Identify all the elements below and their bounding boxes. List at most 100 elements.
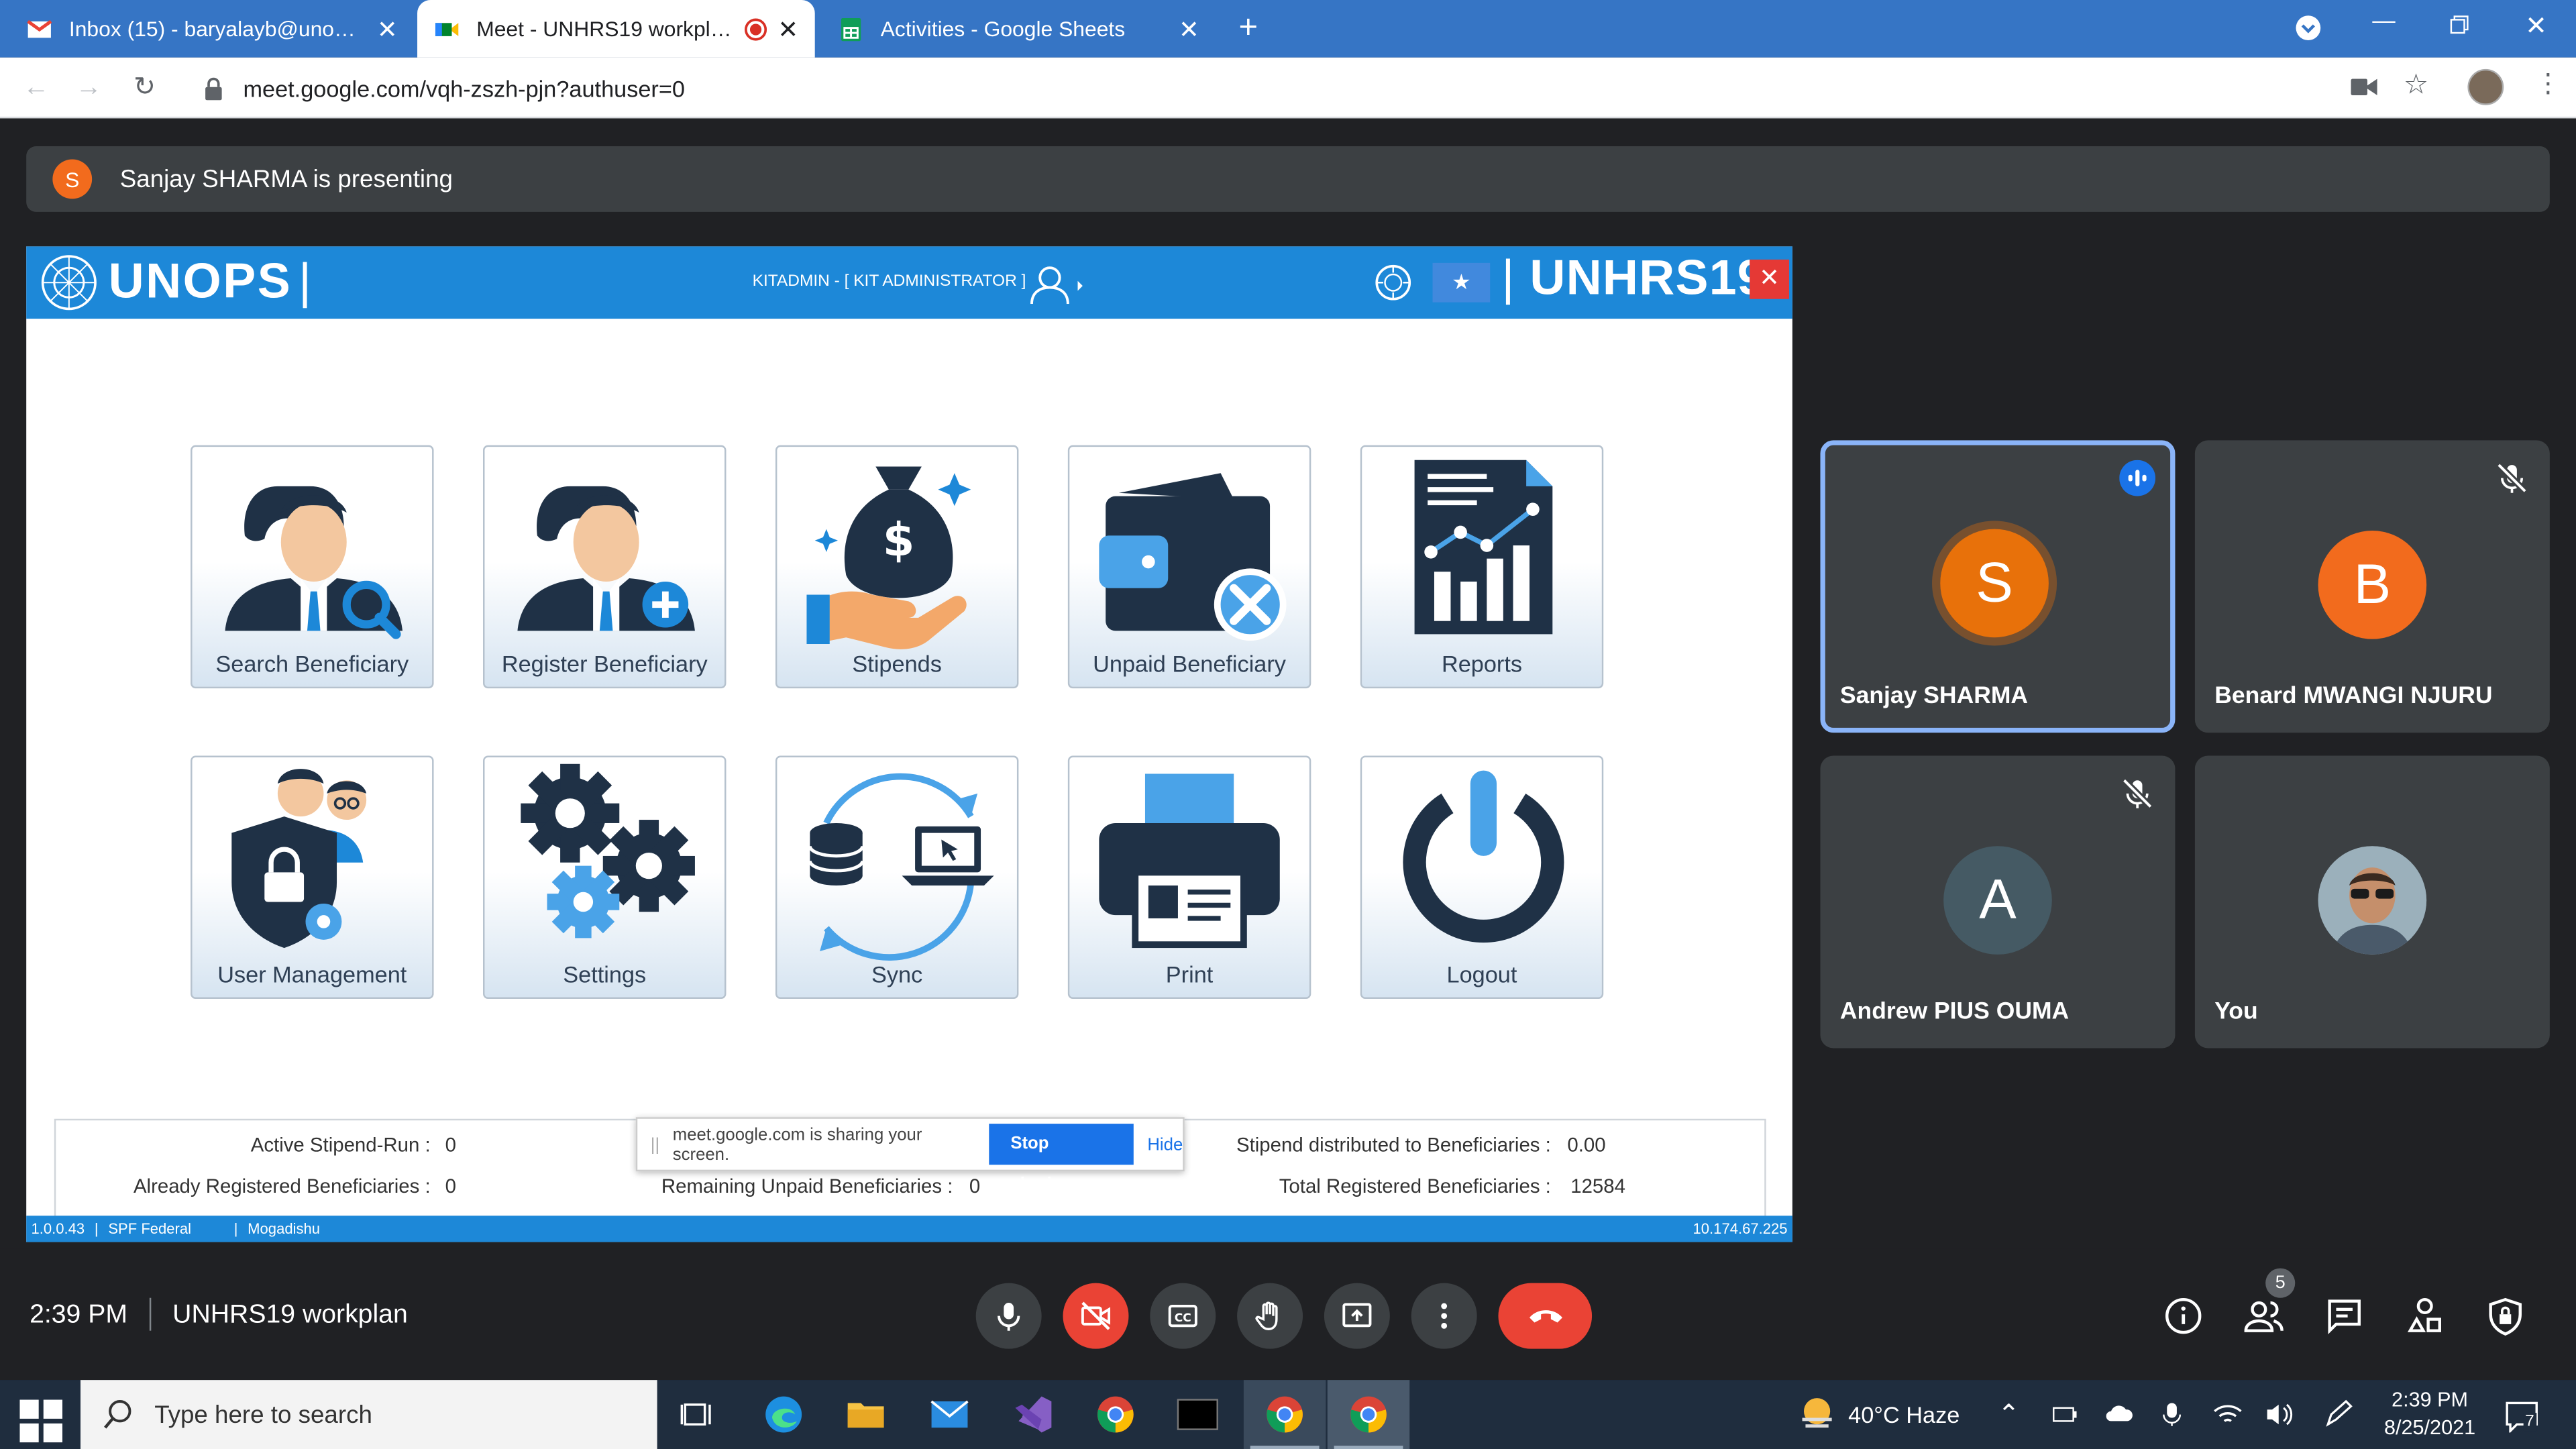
taskbar-chrome-window-2[interactable] <box>1327 1380 1410 1449</box>
tray-microphone-icon[interactable] <box>2162 1401 2182 1428</box>
tile-search-beneficiary[interactable]: Search Beneficiary <box>191 445 434 689</box>
people-button[interactable]: 5 <box>2243 1268 2296 1338</box>
tile-register-beneficiary[interactable]: Register Beneficiary <box>483 445 727 689</box>
haze-weather-icon <box>1802 1398 1832 1428</box>
active-indicator <box>1250 1446 1320 1449</box>
hide-notice-button[interactable]: Hide <box>1147 1134 1183 1154</box>
tile-reports[interactable]: Reports <box>1360 445 1604 689</box>
present-button[interactable] <box>1324 1283 1390 1349</box>
tab-inbox[interactable]: Inbox (15) - baryalayb@unops.org ✕ <box>10 0 414 58</box>
stat-label: Total Registered Beneficiaries : <box>1279 1175 1551 1198</box>
tile-label: Search Beneficiary <box>215 650 409 677</box>
tile-user-management[interactable]: User Management <box>191 755 434 999</box>
app-close-button[interactable]: ✕ <box>1750 259 1789 299</box>
visual-studio-icon[interactable] <box>1012 1393 1055 1436</box>
browser-address-bar: ← → ↻ meet.google.com/vqh-zszh-pjn?authu… <box>0 57 2576 119</box>
tile-logout[interactable]: Logout <box>1360 755 1604 999</box>
url-field[interactable]: meet.google.com/vqh-zszh-pjn?authuser=0 <box>184 64 2336 112</box>
drag-handle-icon[interactable]: || <box>651 1134 659 1154</box>
chrome-icon <box>1267 1396 1303 1433</box>
stat-value: 12584 <box>1570 1175 1625 1198</box>
bookmark-star-icon[interactable]: ☆ <box>2404 69 2428 102</box>
tile-label: Logout <box>1446 961 1517 987</box>
tile-stipends[interactable]: $ Stipends <box>775 445 1019 689</box>
meet-control-bar: 2:39 PM UNHRS19 workplan CC 5 <box>0 1248 2576 1381</box>
raise-hand-button[interactable] <box>1237 1283 1303 1349</box>
forward-icon[interactable]: → <box>74 74 103 103</box>
microphone-button[interactable] <box>975 1283 1042 1349</box>
leave-call-button[interactable] <box>1498 1283 1593 1349</box>
tile-label: Print <box>1165 961 1214 987</box>
camera-off-icon <box>1081 1301 1111 1330</box>
camera-button[interactable] <box>1063 1283 1129 1349</box>
chrome-icon[interactable] <box>1094 1393 1137 1436</box>
active-indicator <box>1334 1446 1403 1449</box>
hand-icon <box>1255 1301 1278 1330</box>
participant-tile-sanjay[interactable]: S Sanjay SHARMA <box>1820 440 2176 733</box>
participant-avatar: A <box>1943 846 2052 955</box>
unops-logo: UNOPS | <box>40 253 313 312</box>
url-text: meet.google.com/vqh-zszh-pjn?authuser=0 <box>243 74 685 101</box>
chat-button[interactable] <box>2323 1295 2366 1338</box>
file-explorer-icon[interactable] <box>845 1393 888 1436</box>
stat-value: 0 <box>969 1175 981 1198</box>
share-notice-text: meet.google.com is sharing your screen. <box>672 1124 922 1165</box>
somalia-flag-icon: ★ <box>1432 262 1491 303</box>
wifi-icon[interactable] <box>2213 1401 2243 1428</box>
minimize-icon[interactable]: — <box>2372 7 2395 33</box>
clock-date: 8/25/2021 <box>2383 1416 2476 1440</box>
tile-print[interactable]: Print <box>1067 755 1311 999</box>
tile-sync[interactable]: Sync <box>775 755 1019 999</box>
tile-unpaid-beneficiary[interactable]: Unpaid Beneficiary <box>1067 445 1311 689</box>
speaking-indicator-icon <box>2119 460 2156 496</box>
pen-icon[interactable] <box>2323 1399 2356 1430</box>
close-icon[interactable]: ✕ <box>1179 14 1199 44</box>
camera-indicator-icon[interactable] <box>2351 77 2377 97</box>
new-tab-icon[interactable]: + <box>1239 10 1258 46</box>
more-options-button[interactable] <box>1411 1283 1477 1349</box>
tab-meet[interactable]: Meet - UNHRS19 workplan ✕ <box>417 0 815 58</box>
status-version: 1.0.0.43 <box>31 1220 85 1238</box>
reload-icon[interactable]: ↻ <box>129 74 159 103</box>
terminal-icon[interactable] <box>1176 1393 1219 1436</box>
restore-icon[interactable] <box>2449 15 2469 34</box>
captions-button[interactable]: CC <box>1150 1283 1216 1349</box>
meeting-title: UNHRS19 workplan <box>172 1301 408 1330</box>
tab-search-icon[interactable] <box>2295 15 2321 41</box>
back-icon[interactable]: ← <box>21 74 51 103</box>
edge-icon[interactable] <box>762 1393 805 1436</box>
logo-text: UNOPS <box>108 254 292 309</box>
stat-label: Active Stipend-Run : <box>250 1133 431 1157</box>
user-icon[interactable] <box>1028 264 1087 305</box>
tab-sheets[interactable]: Activities - Google Sheets ✕ <box>822 0 1216 58</box>
stat-label: Stipend distributed to Beneficiaries : <box>1236 1133 1551 1157</box>
close-icon[interactable]: ✕ <box>377 14 398 44</box>
stop-sharing-button[interactable]: Stop sharing <box>989 1124 1134 1194</box>
volume-icon[interactable] <box>2264 1401 2294 1428</box>
screen-share-notice: || meet.google.com is sharing your scree… <box>635 1117 1185 1194</box>
participant-tile-benard[interactable]: B Benard MWANGI NJURU <box>2194 440 2550 733</box>
browser-menu-icon[interactable]: ⋮ <box>2535 67 2561 100</box>
battery-icon[interactable] <box>2052 1403 2078 1426</box>
taskbar-clock[interactable]: 2:39 PM 8/25/2021 <box>2381 1387 2479 1442</box>
participant-tile-andrew[interactable]: A Andrew PIUS OUMA <box>1820 755 2176 1049</box>
weather-widget[interactable]: 40°C Haze <box>1799 1380 1960 1449</box>
show-hidden-icons[interactable]: ⌃ <box>1998 1380 2020 1449</box>
close-icon[interactable]: ✕ <box>777 14 798 44</box>
taskbar-search-box[interactable]: Type here to search <box>80 1380 657 1449</box>
windows-start-icon[interactable] <box>19 1399 63 1443</box>
task-view-icon[interactable] <box>677 1393 720 1436</box>
window-close-icon[interactable]: ✕ <box>2525 10 2547 43</box>
svg-text:CC: CC <box>1175 1311 1191 1325</box>
tile-settings[interactable]: Settings <box>483 755 727 999</box>
host-controls-button[interactable] <box>2484 1295 2527 1338</box>
onedrive-icon[interactable] <box>2104 1403 2134 1422</box>
mail-icon[interactable] <box>928 1393 971 1436</box>
activities-button[interactable] <box>2404 1295 2447 1338</box>
meeting-details-button[interactable] <box>2162 1295 2205 1338</box>
taskbar-chrome-window-1[interactable] <box>1243 1380 1326 1449</box>
weather-text: 40°C Haze <box>1848 1401 1960 1428</box>
profile-avatar[interactable] <box>2467 68 2504 105</box>
participant-tile-you[interactable]: You <box>2194 755 2550 1049</box>
mic-muted-icon <box>2496 462 2528 494</box>
